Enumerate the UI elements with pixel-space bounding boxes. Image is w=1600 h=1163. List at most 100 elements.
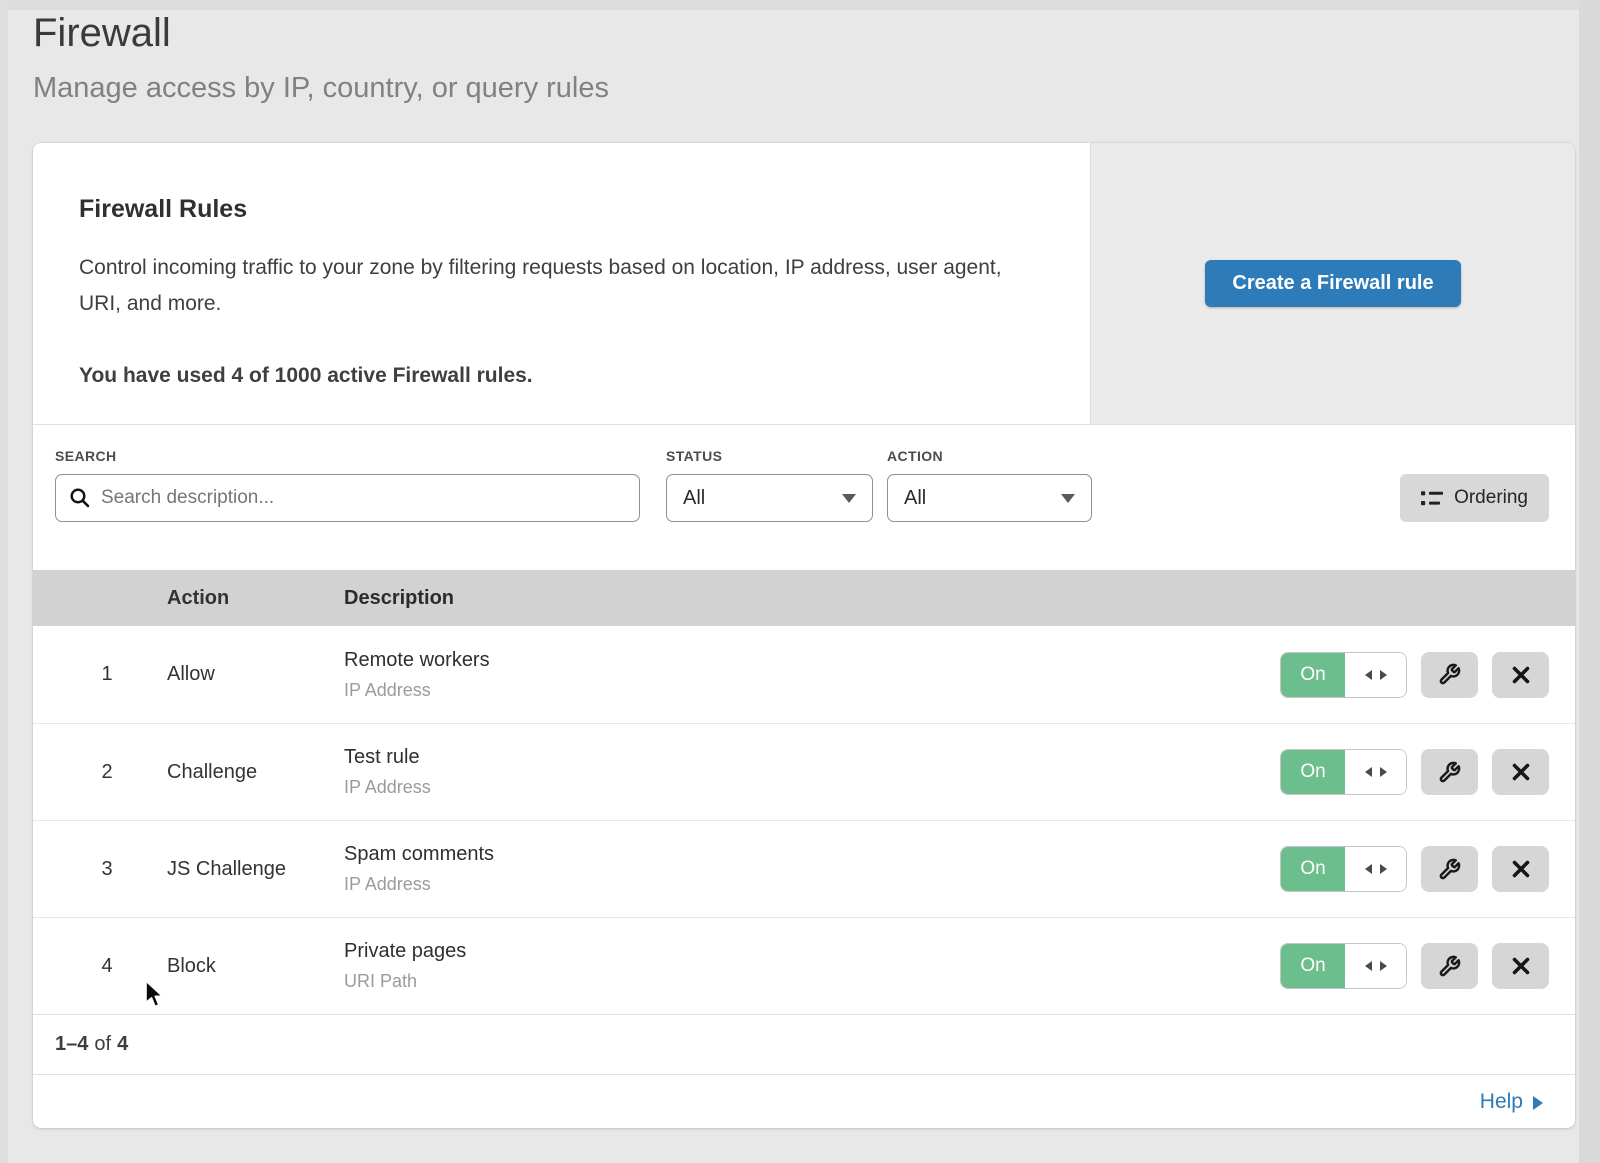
rule-enabled-toggle[interactable]: On xyxy=(1280,652,1407,698)
rule-match-type: IP Address xyxy=(344,680,1280,701)
wrench-icon xyxy=(1438,858,1461,881)
pagination-range: 1–4 xyxy=(55,1033,88,1056)
panel-description: Control incoming traffic to your zone by… xyxy=(79,250,1029,322)
rule-priority: 2 xyxy=(33,761,167,784)
table-row: 3 JS Challenge Spam comments IP Address … xyxy=(33,820,1575,917)
pagination-of: of xyxy=(94,1033,111,1056)
rule-controls: On xyxy=(1280,749,1575,795)
chevron-down-icon xyxy=(1061,494,1075,503)
rule-enabled-toggle[interactable]: On xyxy=(1280,943,1407,989)
delete-rule-button[interactable] xyxy=(1492,749,1549,795)
help-link-label: Help xyxy=(1480,1090,1523,1114)
usage-note: You have used 4 of 1000 active Firewall … xyxy=(79,358,1029,394)
rule-controls: On xyxy=(1280,943,1575,989)
window-chrome-top-edge xyxy=(0,0,1600,10)
page-subtitle: Manage access by IP, country, or query r… xyxy=(33,72,609,105)
rule-action: Challenge xyxy=(167,761,344,784)
edit-rule-button[interactable] xyxy=(1421,749,1478,795)
toggle-arrows-icon xyxy=(1345,750,1406,794)
edit-rule-button[interactable] xyxy=(1421,943,1478,989)
search-icon xyxy=(69,487,91,509)
rule-controls: On xyxy=(1280,846,1575,892)
page-title: Firewall xyxy=(33,10,609,56)
toggle-arrows-icon xyxy=(1345,944,1406,988)
rule-action: JS Challenge xyxy=(167,858,344,881)
close-icon xyxy=(1511,956,1531,976)
column-header-description: Description xyxy=(344,587,1575,610)
close-icon xyxy=(1511,859,1531,879)
rule-controls: On xyxy=(1280,652,1575,698)
delete-rule-button[interactable] xyxy=(1492,846,1549,892)
rule-priority: 3 xyxy=(33,858,167,881)
rule-description-cell: Remote workers IP Address xyxy=(344,649,1280,701)
toggle-arrows-icon xyxy=(1345,847,1406,891)
search-label: SEARCH xyxy=(55,448,640,464)
ordering-button[interactable]: Ordering xyxy=(1400,474,1549,522)
rule-description-cell: Test rule IP Address xyxy=(344,746,1280,798)
status-select-value: All xyxy=(683,487,705,510)
ordering-list-icon xyxy=(1421,490,1443,507)
rule-description: Test rule xyxy=(344,746,1280,769)
status-filter-group: STATUS All xyxy=(666,448,873,522)
rule-priority: 1 xyxy=(33,663,167,686)
cta-block: Create a Firewall rule xyxy=(1090,143,1575,424)
table-row: 2 Challenge Test rule IP Address On xyxy=(33,723,1575,820)
window-chrome-left-edge xyxy=(0,0,8,1163)
intro-text-block: Firewall Rules Control incoming traffic … xyxy=(33,143,1090,424)
action-filter-group: ACTION All xyxy=(887,448,1092,522)
rule-enabled-toggle[interactable]: On xyxy=(1280,846,1407,892)
firewall-rules-card: Firewall Rules Control incoming traffic … xyxy=(33,143,1575,1128)
toggle-on-label: On xyxy=(1281,847,1345,891)
rules-table-body: 1 Allow Remote workers IP Address On xyxy=(33,626,1575,1014)
panel-heading: Firewall Rules xyxy=(79,195,1050,224)
pagination-total: 4 xyxy=(117,1033,128,1056)
rule-action: Block xyxy=(167,955,344,978)
close-icon xyxy=(1511,762,1531,782)
wrench-icon xyxy=(1438,761,1461,784)
wrench-icon xyxy=(1438,955,1461,978)
create-firewall-rule-button[interactable]: Create a Firewall rule xyxy=(1205,260,1460,307)
table-row: 4 Block Private pages URI Path On xyxy=(33,917,1575,1014)
search-input[interactable] xyxy=(55,474,640,522)
rule-description: Private pages xyxy=(344,940,1280,963)
help-link[interactable]: Help xyxy=(1480,1090,1543,1114)
table-row: 1 Allow Remote workers IP Address On xyxy=(33,626,1575,723)
rule-action: Allow xyxy=(167,663,344,686)
firewall-rules-intro-section: Firewall Rules Control incoming traffic … xyxy=(33,143,1575,425)
toggle-arrows-icon xyxy=(1345,653,1406,697)
chevron-right-icon xyxy=(1533,1096,1543,1110)
column-header-action: Action xyxy=(167,587,344,610)
edit-rule-button[interactable] xyxy=(1421,652,1478,698)
edit-rule-button[interactable] xyxy=(1421,846,1478,892)
rule-priority: 4 xyxy=(33,955,167,978)
toggle-on-label: On xyxy=(1281,944,1345,988)
status-select[interactable]: All xyxy=(666,474,873,522)
search-input-wrapper xyxy=(55,474,640,522)
delete-rule-button[interactable] xyxy=(1492,943,1549,989)
toggle-on-label: On xyxy=(1281,750,1345,794)
action-label: ACTION xyxy=(887,448,1092,464)
rule-description-cell: Private pages URI Path xyxy=(344,940,1280,992)
action-select[interactable]: All xyxy=(887,474,1092,522)
rule-match-type: URI Path xyxy=(344,971,1280,992)
toggle-on-label: On xyxy=(1281,653,1345,697)
action-select-value: All xyxy=(904,487,926,510)
search-group: SEARCH xyxy=(55,448,640,522)
rule-match-type: IP Address xyxy=(344,777,1280,798)
delete-rule-button[interactable] xyxy=(1492,652,1549,698)
wrench-icon xyxy=(1438,663,1461,686)
rule-description: Spam comments xyxy=(344,843,1280,866)
status-label: STATUS xyxy=(666,448,873,464)
pagination-row: 1–4 of 4 xyxy=(33,1014,1575,1074)
chevron-down-icon xyxy=(842,494,856,503)
window-chrome-right-edge xyxy=(1579,0,1600,1163)
rule-enabled-toggle[interactable]: On xyxy=(1280,749,1407,795)
rule-match-type: IP Address xyxy=(344,874,1280,895)
help-row: Help xyxy=(33,1074,1575,1128)
ordering-button-label: Ordering xyxy=(1454,487,1528,509)
filters-bar: SEARCH STATUS All ACTION All xyxy=(33,425,1575,570)
close-icon xyxy=(1511,665,1531,685)
rule-description-cell: Spam comments IP Address xyxy=(344,843,1280,895)
rule-description: Remote workers xyxy=(344,649,1280,672)
rules-table-header: Action Description xyxy=(33,570,1575,626)
